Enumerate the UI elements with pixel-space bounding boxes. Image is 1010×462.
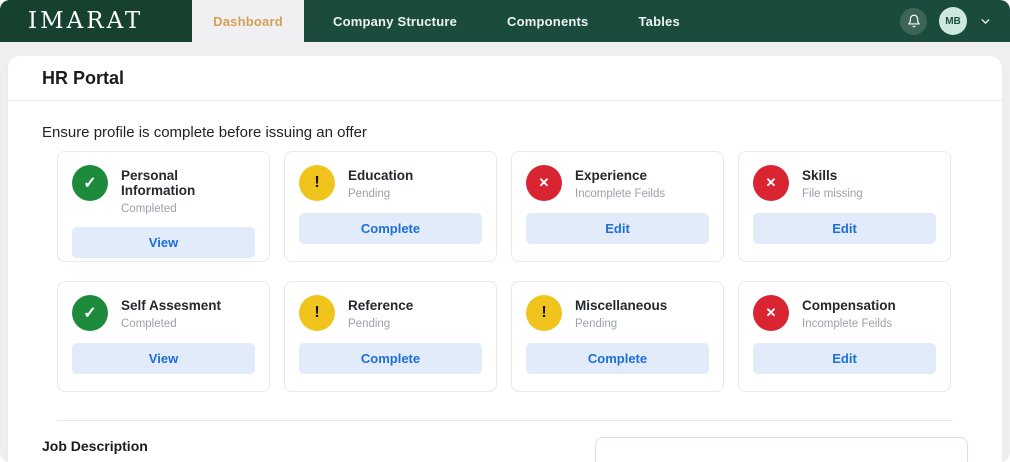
x-icon: ✕ bbox=[753, 295, 789, 331]
profile-card-texts: Education Pending bbox=[348, 165, 413, 200]
exclamation-icon: ! bbox=[526, 295, 562, 331]
profile-card-status: Incomplete Feilds bbox=[575, 188, 666, 200]
status-icon-glyph: ✕ bbox=[765, 175, 777, 190]
tab-tables-label: Tables bbox=[638, 13, 680, 29]
avatar-initials: MB bbox=[945, 15, 961, 27]
profile-card-header: ✓ Self Assesment Completed bbox=[72, 295, 255, 331]
profile-card-texts: Self Assesment Completed bbox=[121, 295, 221, 330]
profile-card: ✓ Self Assesment Completed View bbox=[57, 281, 270, 392]
profile-card-status: Incomplete Feilds bbox=[802, 318, 893, 330]
profile-card-texts: Reference Pending bbox=[348, 295, 413, 330]
top-navbar: IMARAT Dashboard Company Structure Compo… bbox=[0, 0, 1010, 42]
navbar-right-group: MB bbox=[900, 0, 1010, 42]
tab-company-structure-label: Company Structure bbox=[333, 13, 458, 29]
profile-card-action-button[interactable]: Complete bbox=[299, 213, 482, 244]
profile-card-title: Compensation bbox=[802, 298, 896, 313]
profile-card-action-button[interactable]: Edit bbox=[753, 343, 936, 374]
job-description-title: Job Description bbox=[42, 438, 148, 454]
page-title: HR Portal bbox=[42, 67, 125, 88]
profile-card-texts: Compensation Incomplete Feilds bbox=[802, 295, 896, 330]
user-avatar[interactable]: MB bbox=[939, 7, 967, 35]
tab-dashboard[interactable]: Dashboard bbox=[192, 0, 304, 42]
profile-card-title: Reference bbox=[348, 298, 414, 313]
status-icon-glyph: ! bbox=[541, 304, 547, 321]
profile-card-header: ! Education Pending bbox=[299, 165, 482, 201]
profile-card: ✕ Skills File missing Edit bbox=[738, 151, 951, 262]
profile-card-title: Skills bbox=[802, 168, 838, 183]
status-icon-glyph: ✕ bbox=[538, 175, 550, 190]
exclamation-icon: ! bbox=[299, 165, 335, 201]
profile-card-action-button[interactable]: View bbox=[72, 343, 255, 374]
tab-dashboard-label: Dashboard bbox=[213, 13, 283, 29]
profile-card-status: Completed bbox=[121, 318, 177, 330]
x-icon: ✕ bbox=[526, 165, 562, 201]
profile-card-action-button[interactable]: Complete bbox=[526, 343, 709, 374]
status-icon-glyph: ✓ bbox=[83, 175, 97, 192]
profile-card-texts: Experience Incomplete Feilds bbox=[575, 165, 665, 200]
profile-card-header: ✕ Experience Incomplete Feilds bbox=[526, 165, 709, 201]
profile-card-action-button[interactable]: Edit bbox=[753, 213, 936, 244]
status-icon-glyph: ✕ bbox=[765, 305, 777, 320]
notifications-button[interactable] bbox=[900, 7, 927, 35]
profile-card: ! Reference Pending Complete bbox=[284, 281, 497, 392]
exclamation-icon: ! bbox=[299, 295, 335, 331]
profile-section-heading: Ensure profile is complete before issuin… bbox=[42, 124, 367, 141]
profile-card-title: Personal Information bbox=[121, 168, 196, 198]
profile-card-status: Pending bbox=[348, 318, 391, 330]
profile-card: ! Education Pending Complete bbox=[284, 151, 497, 262]
profile-card-title: Miscellaneous bbox=[575, 298, 668, 313]
portal-header: HR Portal bbox=[8, 56, 1002, 101]
profile-card-texts: Skills File missing bbox=[802, 165, 863, 200]
tab-tables[interactable]: Tables bbox=[638, 0, 679, 42]
profile-card-texts: Miscellaneous Pending bbox=[575, 295, 667, 330]
profile-card-title: Education bbox=[348, 168, 414, 183]
check-icon: ✓ bbox=[72, 165, 108, 201]
profile-card-status: Completed bbox=[121, 203, 177, 215]
status-icon-glyph: ✓ bbox=[83, 305, 97, 322]
profile-card-title: Self Assesment bbox=[121, 298, 222, 313]
job-description-panel bbox=[595, 437, 968, 462]
check-icon: ✓ bbox=[72, 295, 108, 331]
chevron-down-icon bbox=[979, 15, 992, 28]
tab-company-structure[interactable]: Company Structure bbox=[333, 0, 457, 42]
profile-card-status: Pending bbox=[348, 188, 391, 200]
section-divider bbox=[57, 420, 953, 421]
app-window: IMARAT Dashboard Company Structure Compo… bbox=[0, 0, 1010, 462]
profile-card-status: Pending bbox=[575, 318, 618, 330]
profile-card-header: ! Miscellaneous Pending bbox=[526, 295, 709, 331]
profile-card: ✕ Compensation Incomplete Feilds Edit bbox=[738, 281, 951, 392]
profile-card-header: ✕ Compensation Incomplete Feilds bbox=[753, 295, 936, 331]
profile-card-header: ✓ Personal Information Completed bbox=[72, 165, 255, 215]
brand-logo-text: IMARAT bbox=[28, 8, 144, 34]
profile-card-texts: Personal Information Completed bbox=[121, 165, 255, 215]
profile-card-status: File missing bbox=[802, 188, 863, 200]
tab-components-label: Components bbox=[507, 13, 589, 29]
profile-card: ! Miscellaneous Pending Complete bbox=[511, 281, 724, 392]
profile-card-header: ! Reference Pending bbox=[299, 295, 482, 331]
tab-components[interactable]: Components bbox=[507, 0, 588, 42]
profile-card-action-button[interactable]: Edit bbox=[526, 213, 709, 244]
brand-logo[interactable]: IMARAT bbox=[0, 0, 192, 42]
profile-card-action-button[interactable]: Complete bbox=[299, 343, 482, 374]
x-icon: ✕ bbox=[753, 165, 789, 201]
profile-card-title: Experience bbox=[575, 168, 648, 183]
bell-icon bbox=[907, 14, 921, 28]
status-icon-glyph: ! bbox=[314, 304, 320, 321]
profile-card-grid: ✓ Personal Information Completed View ! … bbox=[57, 151, 1002, 392]
profile-card: ✓ Personal Information Completed View bbox=[57, 151, 270, 262]
profile-section: Ensure profile is complete before issuin… bbox=[8, 101, 1002, 421]
profile-menu-toggle[interactable] bbox=[979, 15, 992, 28]
profile-card-action-button[interactable]: View bbox=[72, 227, 255, 258]
profile-card-header: ✕ Skills File missing bbox=[753, 165, 936, 201]
profile-card: ✕ Experience Incomplete Feilds Edit bbox=[511, 151, 724, 262]
main-content-card: HR Portal Ensure profile is complete bef… bbox=[8, 56, 1002, 462]
status-icon-glyph: ! bbox=[314, 174, 320, 191]
